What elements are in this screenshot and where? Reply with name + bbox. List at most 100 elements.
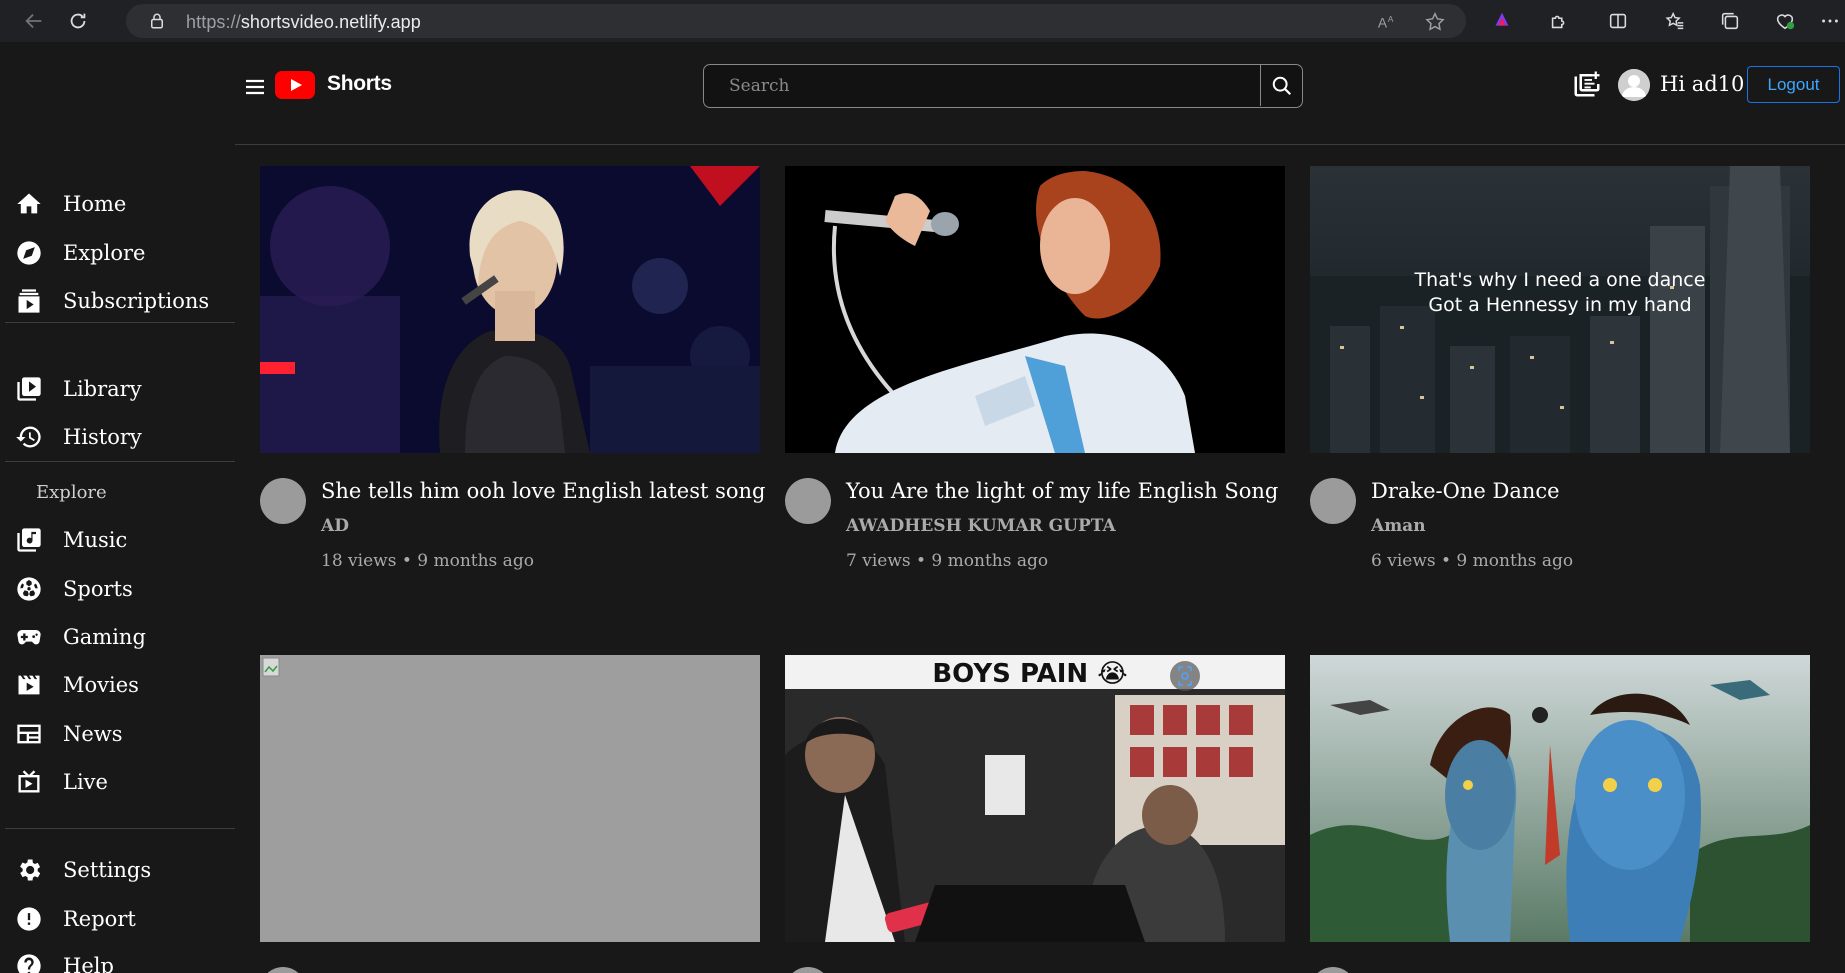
sidebar-item-label: News (63, 722, 123, 746)
channel-name[interactable]: AD (321, 516, 349, 536)
collections-icon[interactable] (1718, 9, 1742, 33)
thumbnail-caption-line-2: Got a Hennessy in my hand (1428, 294, 1691, 316)
video-title[interactable]: She tells him ooh love English latest so… (321, 479, 766, 503)
browser-essentials-icon[interactable] (1773, 9, 1797, 33)
sidebar-item-label: Music (63, 528, 128, 552)
app-header: Shorts Hi ad10 Logout (235, 46, 1845, 146)
upload-video-icon[interactable] (1572, 69, 1602, 99)
sports-icon (15, 575, 43, 603)
sidebar-divider (5, 322, 235, 323)
sidebar-item-live[interactable]: Live (5, 760, 235, 804)
sidebar-item-settings[interactable]: Settings (5, 848, 235, 892)
sidebar-item-label: Report (63, 907, 136, 931)
music-icon (15, 526, 43, 554)
sidebar-item-news[interactable]: News (5, 712, 235, 756)
search-icon (1272, 76, 1291, 95)
thumbnail-caption-line-1: That's why I need a one dance (1414, 269, 1706, 291)
sidebar-item-help[interactable]: Help (5, 944, 235, 973)
header-divider (235, 144, 1845, 145)
sidebar-divider (5, 461, 235, 462)
split-screen-icon[interactable] (1606, 9, 1630, 33)
hamburger-menu-icon[interactable] (240, 72, 270, 102)
svg-text:A: A (1378, 16, 1388, 31)
extensions-puzzle-icon[interactable] (1547, 9, 1571, 33)
video-thumbnail[interactable] (260, 166, 760, 453)
sidebar-item-label: Movies (63, 673, 139, 697)
sidebar-item-subscriptions[interactable]: Subscriptions (5, 279, 235, 323)
app-window: Home Explore Subscriptions Library Histo… (5, 46, 1845, 973)
sidebar-item-label: Library (63, 377, 142, 401)
library-icon (15, 375, 43, 403)
browser-toolbar: https://shortsvideo.netlify.app AA (0, 0, 1845, 42)
channel-avatar[interactable] (1310, 967, 1356, 973)
app-brand[interactable]: Shorts (327, 72, 392, 96)
sidebar-section-heading: Explore (36, 482, 107, 503)
lock-icon[interactable] (148, 12, 166, 34)
channel-avatar[interactable] (260, 967, 306, 973)
sidebar-item-library[interactable]: Library (5, 367, 235, 411)
gear-icon (15, 856, 43, 884)
movies-icon (15, 671, 43, 699)
video-thumbnail[interactable] (260, 655, 760, 942)
video-title[interactable]: You Are the light of my life English Son… (846, 479, 1278, 503)
sidebar-item-label: Explore (63, 241, 146, 265)
video-title[interactable]: Drake-One Dance (1371, 479, 1560, 503)
user-avatar[interactable] (1618, 69, 1650, 101)
compass-icon (15, 239, 43, 267)
more-menu-icon[interactable] (1818, 9, 1842, 33)
channel-avatar[interactable] (260, 478, 306, 524)
sidebar-item-label: Subscriptions (63, 289, 210, 313)
sidebar-item-music[interactable]: Music (5, 518, 235, 562)
sidebar-item-label: Sports (63, 577, 133, 601)
logout-button[interactable]: Logout (1747, 66, 1840, 103)
sidebar-item-label: Settings (63, 858, 152, 882)
channel-avatar[interactable] (785, 478, 831, 524)
history-icon (15, 423, 43, 451)
refresh-icon[interactable] (66, 9, 90, 33)
video-stats: 7 views • 9 months ago (846, 551, 1049, 571)
thumbnail-caption: BOYS PAIN 😭 (932, 659, 1127, 689)
extension-drop-icon[interactable] (1490, 9, 1514, 33)
read-aloud-icon[interactable]: AA (1376, 11, 1398, 37)
favorite-star-icon[interactable] (1424, 11, 1446, 37)
sidebar-item-gaming[interactable]: Gaming (5, 615, 235, 659)
channel-name[interactable]: Aman (1371, 516, 1426, 536)
report-icon (15, 905, 43, 933)
channel-name[interactable]: AWADHESH KUMAR GUPTA (846, 516, 1116, 536)
sidebar-item-sports[interactable]: Sports (5, 567, 235, 611)
search-input[interactable] (704, 65, 1259, 106)
sidebar: Home Explore Subscriptions Library Histo… (5, 46, 235, 973)
sidebar-item-explore[interactable]: Explore (5, 231, 235, 275)
help-icon (15, 952, 43, 973)
svg-text:A: A (1388, 15, 1394, 24)
search-button[interactable] (1260, 65, 1302, 106)
back-icon[interactable] (22, 9, 46, 33)
sidebar-item-home[interactable]: Home (5, 182, 235, 226)
sidebar-item-label: Gaming (63, 625, 146, 649)
video-thumbnail[interactable] (785, 166, 1285, 453)
sidebar-item-label: Live (63, 770, 108, 794)
url-text: https://shortsvideo.netlify.app (186, 12, 421, 32)
live-icon (15, 768, 43, 796)
home-icon (15, 190, 43, 218)
sidebar-item-report[interactable]: Report (5, 897, 235, 941)
sidebar-item-movies[interactable]: Movies (5, 663, 235, 707)
news-icon (15, 720, 43, 748)
youtube-logo-icon[interactable] (275, 71, 315, 99)
sidebar-item-history[interactable]: History (5, 415, 235, 459)
channel-avatar[interactable] (1310, 478, 1356, 524)
video-thumbnail[interactable] (1310, 655, 1810, 942)
broken-image-icon (260, 655, 760, 942)
sidebar-item-label: History (63, 425, 142, 449)
user-greeting: Hi ad10 (1660, 72, 1745, 96)
sidebar-item-label: Help (63, 954, 114, 973)
sidebar-item-label: Home (63, 192, 127, 216)
video-thumbnail[interactable]: That's why I need a one dance Got a Henn… (1310, 166, 1810, 453)
gaming-icon (15, 623, 43, 651)
address-bar[interactable]: https://shortsvideo.netlify.app AA (126, 4, 1466, 38)
channel-avatar[interactable] (785, 967, 831, 973)
video-thumbnail[interactable]: BOYS PAIN 😭 (785, 655, 1285, 942)
subscriptions-icon (15, 287, 43, 315)
sidebar-divider (5, 828, 235, 829)
favorites-icon[interactable] (1663, 9, 1687, 33)
